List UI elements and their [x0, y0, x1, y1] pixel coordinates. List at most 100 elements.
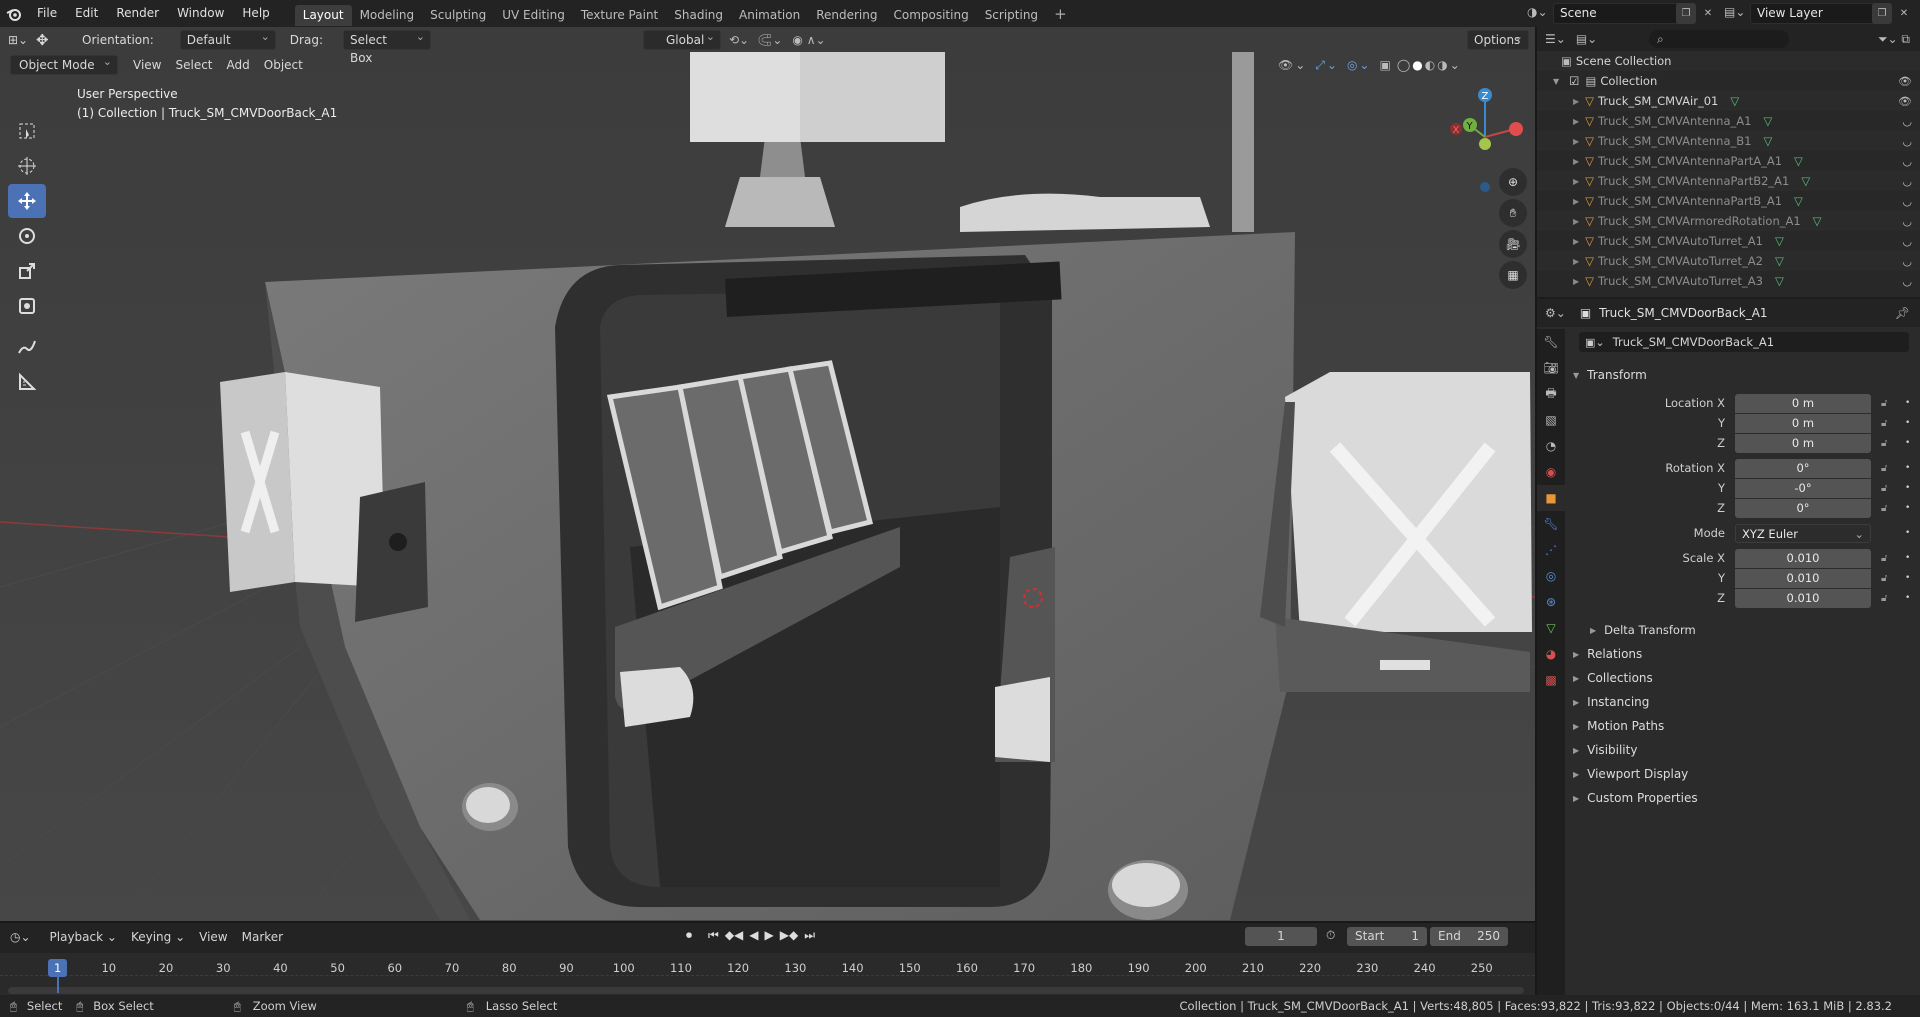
properties-editor-icon[interactable]: ⚙⌄ [1545, 306, 1566, 320]
visibility-icon[interactable]: 👁⌄ [1278, 58, 1307, 72]
measure-tool-icon[interactable] [8, 365, 46, 399]
location-y-field[interactable]: 0 m [1735, 413, 1871, 433]
menu-timeline-view[interactable]: View [192, 927, 234, 947]
keyframe-dot-icon[interactable]: • [1905, 593, 1910, 603]
menu-edit[interactable]: Edit [66, 0, 107, 27]
menu-object[interactable]: Object [257, 55, 310, 75]
keyframe-dot-icon[interactable]: • [1905, 483, 1910, 493]
particles-tab-icon[interactable]: ⋰ [1537, 537, 1565, 563]
hidden-eye-icon[interactable]: ◡ [1902, 195, 1912, 208]
outliner-item[interactable]: ▶ ▽ Truck_SM_CMVAntennaPartA_A1 ▽ ◡ [1537, 151, 1920, 171]
menu-marker[interactable]: Marker [235, 927, 290, 947]
scale-tool-icon[interactable] [8, 254, 46, 288]
menu-keying[interactable]: Keying ⌄ [124, 927, 192, 947]
tab-sculpting[interactable]: Sculpting [422, 5, 494, 26]
hidden-eye-icon[interactable]: ◡ [1902, 115, 1912, 128]
keyframe-dot-icon[interactable]: • [1905, 418, 1910, 428]
scene-field[interactable]: Scene [1553, 3, 1685, 24]
constraints-tab-icon[interactable]: ⊛ [1537, 589, 1565, 615]
pin-icon[interactable]: 📌︎ [1895, 306, 1910, 320]
proportional-edit-icon[interactable]: ◉ ∧⌄ [792, 33, 825, 47]
scene-collection-row[interactable]: ▣ Scene Collection [1537, 51, 1920, 71]
menu-select[interactable]: Select [168, 55, 219, 75]
camera-view-icon[interactable]: 🎥︎ [1499, 230, 1527, 258]
modifier-tab-icon[interactable]: 🔧︎ [1537, 511, 1565, 537]
lock-icon[interactable]: 🔓︎ [1881, 553, 1887, 564]
zoom-icon[interactable]: ⊕ [1499, 168, 1527, 196]
hidden-eye-icon[interactable]: ◡ [1902, 135, 1912, 148]
tab-animation[interactable]: Animation [731, 5, 808, 26]
panel-instancing[interactable]: ▶ Instancing [1573, 691, 1649, 713]
add-workspace-icon[interactable]: + [1046, 5, 1075, 23]
rotation-mode-dropdown[interactable]: XYZ Euler ⌄ [1735, 523, 1871, 543]
expand-icon[interactable]: ▶ [1573, 157, 1579, 166]
tab-compositing[interactable]: Compositing [885, 5, 976, 26]
tab-shading[interactable]: Shading [666, 5, 731, 26]
new-view-layer-icon[interactable]: ❐ [1872, 3, 1892, 24]
transform-orientation-dropdown[interactable]: Global [643, 28, 721, 50]
tab-texture-paint[interactable]: Texture Paint [573, 5, 666, 26]
3d-viewport[interactable]: ⊞⌄ ✥ Orientation: Default Drag: Select B… [0, 27, 1535, 921]
outliner-item[interactable]: ▶ ▽ Truck_SM_CMVAutoTurret_A2 ▽ ◡ [1537, 251, 1920, 271]
render-tab-icon[interactable]: 📷︎ [1537, 355, 1565, 381]
lock-icon[interactable]: 🔓︎ [1881, 438, 1887, 449]
editor-type-icon[interactable]: ⊞⌄ [8, 33, 36, 47]
rendered-shading-icon[interactable]: ◑⌄ [1437, 58, 1462, 72]
expand-icon[interactable]: ▶ [1573, 177, 1579, 186]
hidden-eye-icon[interactable]: ◡ [1902, 275, 1912, 288]
lock-icon[interactable]: 🔓︎ [1881, 463, 1887, 474]
cursor-tool-icon[interactable] [8, 149, 46, 183]
playhead-line[interactable] [57, 977, 59, 993]
panel-collections[interactable]: ▶ Collections [1573, 667, 1653, 689]
move-tool-active-icon[interactable] [8, 184, 46, 218]
object-tab-icon[interactable]: ■ [1537, 485, 1565, 511]
panel-motion-paths[interactable]: ▶ Motion Paths [1573, 715, 1664, 737]
expand-icon[interactable]: ▶ [1573, 137, 1579, 146]
drag-dropdown[interactable]: Select Box [342, 28, 431, 65]
play-icon[interactable]: ▶ [765, 928, 774, 943]
current-frame-field[interactable]: 1 [1245, 927, 1317, 946]
eye-icon[interactable]: 👁 [1898, 75, 1912, 88]
start-frame-field[interactable]: Start 1 [1347, 927, 1427, 946]
panel-viewport-display[interactable]: ▶ Viewport Display [1573, 763, 1688, 785]
outliner-item[interactable]: ▶ ▽ Truck_SM_CMVAir_01 ▽ 👁 [1537, 91, 1920, 111]
select-box-tool-icon[interactable] [8, 114, 46, 148]
location-x-field[interactable]: 0 m [1735, 393, 1871, 413]
timeline-area[interactable] [0, 953, 1535, 997]
outliner-item[interactable]: ▶ ▽ Truck_SM_CMVAntennaPartB_A1 ▽ ◡ [1537, 191, 1920, 211]
pan-hand-icon[interactable]: ✋︎ [1499, 199, 1527, 227]
keyframe-dot-icon[interactable]: • [1905, 553, 1910, 563]
menu-window[interactable]: Window [168, 0, 233, 27]
lock-icon[interactable]: 🔓︎ [1881, 573, 1887, 584]
tab-uv-editing[interactable]: UV Editing [494, 5, 573, 26]
world-tab-icon[interactable]: ◉ [1537, 459, 1565, 485]
menu-render[interactable]: Render [107, 0, 168, 27]
lock-icon[interactable]: 🔓︎ [1881, 593, 1887, 604]
scale-y-field[interactable]: 0.010 [1735, 568, 1871, 588]
blender-logo-icon[interactable] [0, 0, 28, 27]
orientation-dropdown[interactable]: Default [179, 28, 276, 50]
timeline-scrollbar[interactable] [8, 987, 1524, 994]
menu-file[interactable]: File [28, 0, 66, 27]
tab-modeling[interactable]: Modeling [352, 5, 423, 26]
jump-start-icon[interactable]: ⏮ [708, 928, 719, 943]
outliner-item[interactable]: ▶ ▽ Truck_SM_CMVAntennaPartB2_A1 ▽ ◡ [1537, 171, 1920, 191]
expand-icon[interactable]: ▶ [1573, 257, 1579, 266]
remove-scene-icon[interactable]: ✕ [1698, 3, 1718, 24]
keyframe-dot-icon[interactable]: • [1905, 573, 1910, 583]
overlay-icon[interactable]: ◎⌄ [1347, 58, 1372, 72]
view-layer-icon[interactable]: ▤⌄ [1724, 5, 1745, 19]
expand-icon[interactable]: ▶ [1573, 277, 1579, 286]
hidden-eye-icon[interactable]: ◡ [1902, 155, 1912, 168]
scale-z-field[interactable]: 0.010 [1735, 588, 1871, 608]
filter-icon[interactable]: ⏷⌄ ⧉ [1878, 32, 1910, 47]
physics-tab-icon[interactable]: ◎ [1537, 563, 1565, 589]
texture-tab-icon[interactable]: ▩ [1537, 667, 1565, 693]
solid-shading-icon[interactable]: ● [1412, 58, 1424, 72]
expand-icon[interactable]: ▶ [1573, 197, 1579, 206]
xray-icon[interactable]: ▣ [1379, 58, 1392, 72]
outliner-item[interactable]: ▶ ▽ Truck_SM_CMVAntenna_A1 ▽ ◡ [1537, 111, 1920, 131]
lock-icon[interactable]: 🔓︎ [1881, 418, 1887, 429]
tab-layout[interactable]: Layout [294, 4, 352, 26]
lock-icon[interactable]: 🔓︎ [1881, 503, 1887, 514]
